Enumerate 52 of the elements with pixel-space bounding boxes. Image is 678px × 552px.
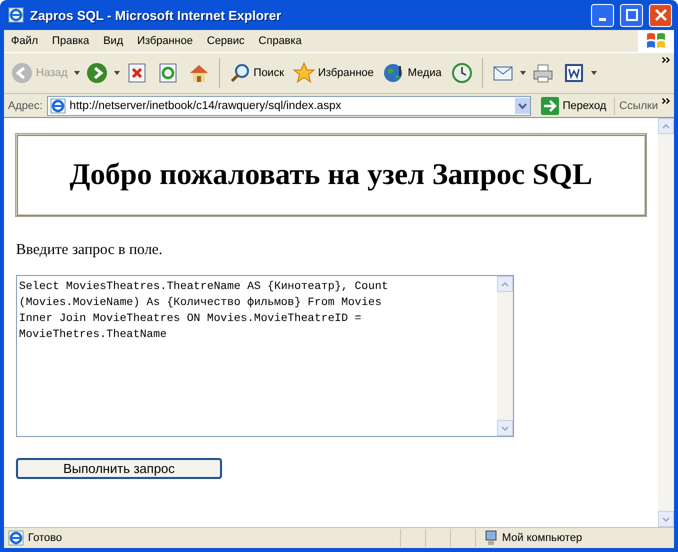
menu-item[interactable]: Справка (252, 35, 309, 47)
media-button[interactable]: Медиа (380, 60, 445, 86)
printer-icon (532, 62, 554, 84)
stop-icon (126, 62, 148, 84)
window-title: Zapros SQL - Microsoft Internet Explorer (30, 8, 282, 22)
instruction-text: Введите запрос в поле. (16, 242, 164, 259)
caret-icon[interactable] (114, 71, 120, 75)
document-icon (562, 62, 585, 84)
arrow-right-icon (86, 62, 108, 84)
favorites-button[interactable]: Избранное (290, 60, 377, 86)
clock-icon (450, 62, 473, 84)
zone-text: Мой компьютер (502, 532, 582, 544)
arrow-right-icon (540, 96, 559, 114)
address-field[interactable]: http://netserver/inetbook/c14/rawquery/sql/index.aspx (46, 96, 531, 116)
menu-item[interactable]: Вид (96, 35, 130, 47)
search-button[interactable]: Поиск (226, 60, 288, 86)
close-button[interactable] (649, 4, 672, 26)
go-button[interactable]: Переход (534, 96, 616, 114)
page-icon (8, 530, 24, 546)
globe-icon (382, 62, 405, 84)
caret-icon[interactable] (520, 71, 526, 75)
links-button[interactable]: Ссылки (619, 100, 658, 112)
page-icon (50, 98, 66, 114)
menu-item[interactable]: Сервис (200, 35, 252, 47)
address-label: Адрес: (8, 100, 43, 112)
browser-icon (8, 7, 24, 23)
search-icon (228, 62, 251, 84)
caret-icon[interactable] (590, 71, 597, 75)
maximize-button[interactable] (620, 4, 643, 26)
scrollbar[interactable] (497, 276, 513, 436)
menu-item[interactable]: Избранное (130, 35, 200, 47)
menu-item[interactable]: Правка (45, 35, 96, 47)
status-text: Готово (28, 532, 62, 544)
flag-logo-icon (645, 31, 667, 51)
house-icon (188, 62, 210, 84)
close-icon (654, 9, 666, 21)
query-textarea[interactable]: Select MoviesTheatres.TheatreName AS {Кинотеатр}, Count (Movies.MovieName) As {Количество фильмов} From Movies Inner Join MovieTheatres ON Movies.MovieTheatreID = MovieThetres.TheatName (16, 275, 514, 437)
caret-icon[interactable] (74, 71, 80, 75)
scrollbar[interactable] (658, 118, 674, 527)
arrow-left-icon (11, 62, 33, 84)
page-heading: Добро пожаловать на узел Запрос SQL (68, 158, 594, 192)
refresh-icon (156, 62, 179, 84)
minimize-icon (599, 18, 606, 20)
star-icon (293, 62, 316, 84)
minimize-button[interactable] (591, 4, 614, 26)
dropdown-icon (518, 102, 527, 108)
chevron-icon[interactable] (662, 98, 670, 104)
maximize-icon (626, 9, 638, 21)
chevron-icon[interactable] (662, 57, 670, 63)
run-query-button[interactable]: Выполнить запрос (16, 458, 222, 479)
menu-item[interactable]: Файл (4, 35, 46, 47)
computer-icon (484, 530, 498, 546)
